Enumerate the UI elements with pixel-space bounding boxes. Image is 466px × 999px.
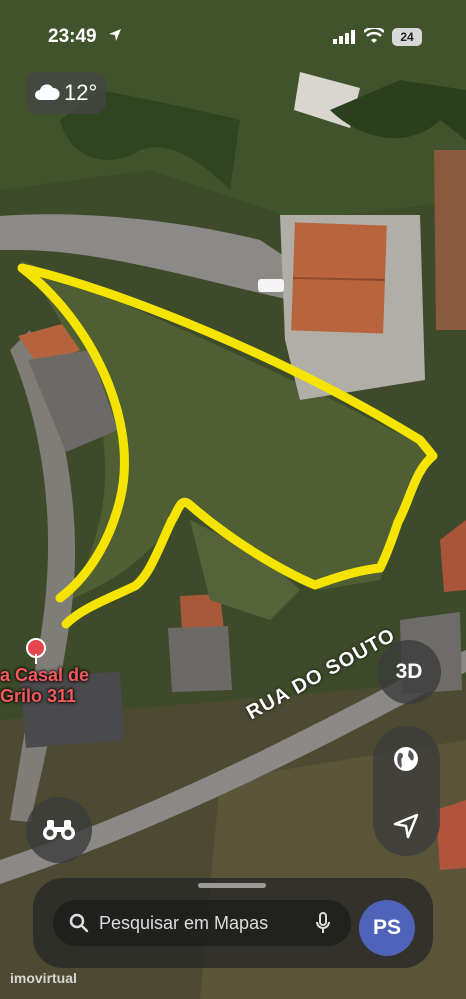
sheet-grabber[interactable] xyxy=(198,883,266,888)
search-input[interactable]: Pesquisar em Mapas xyxy=(53,900,351,946)
search-placeholder: Pesquisar em Mapas xyxy=(99,913,269,933)
search-sheet[interactable]: Pesquisar em Mapas PS xyxy=(33,878,433,968)
poi-label[interactable]: a Casal de Grilo 311 xyxy=(0,665,89,707)
poi-name-line1: a Casal de xyxy=(0,665,90,685)
map-controls xyxy=(373,726,440,856)
look-around-button[interactable] xyxy=(26,797,92,863)
binoculars-icon xyxy=(43,820,75,840)
temperature: 12° xyxy=(64,80,98,105)
avatar[interactable]: PS xyxy=(359,900,415,956)
poi-name-line2: Grilo 311 xyxy=(0,686,77,706)
cellular-signal-icon xyxy=(333,30,355,44)
status-bar: 23:49 24 xyxy=(0,0,466,70)
battery-indicator: 24 xyxy=(392,28,422,46)
globe-icon[interactable] xyxy=(391,744,421,774)
3d-button[interactable]: 3D xyxy=(377,640,441,704)
clock: 23:49 xyxy=(48,26,97,47)
watermark: imovirtual xyxy=(10,970,77,986)
pin-icon[interactable] xyxy=(26,638,46,664)
wifi-icon xyxy=(364,28,384,43)
search-icon xyxy=(69,913,89,933)
location-arrow-icon xyxy=(109,29,121,41)
location-arrow-icon[interactable] xyxy=(392,812,420,840)
cloud-icon xyxy=(35,84,60,100)
microphone-icon[interactable] xyxy=(315,912,331,934)
weather-widget[interactable]: 12° xyxy=(26,72,106,114)
